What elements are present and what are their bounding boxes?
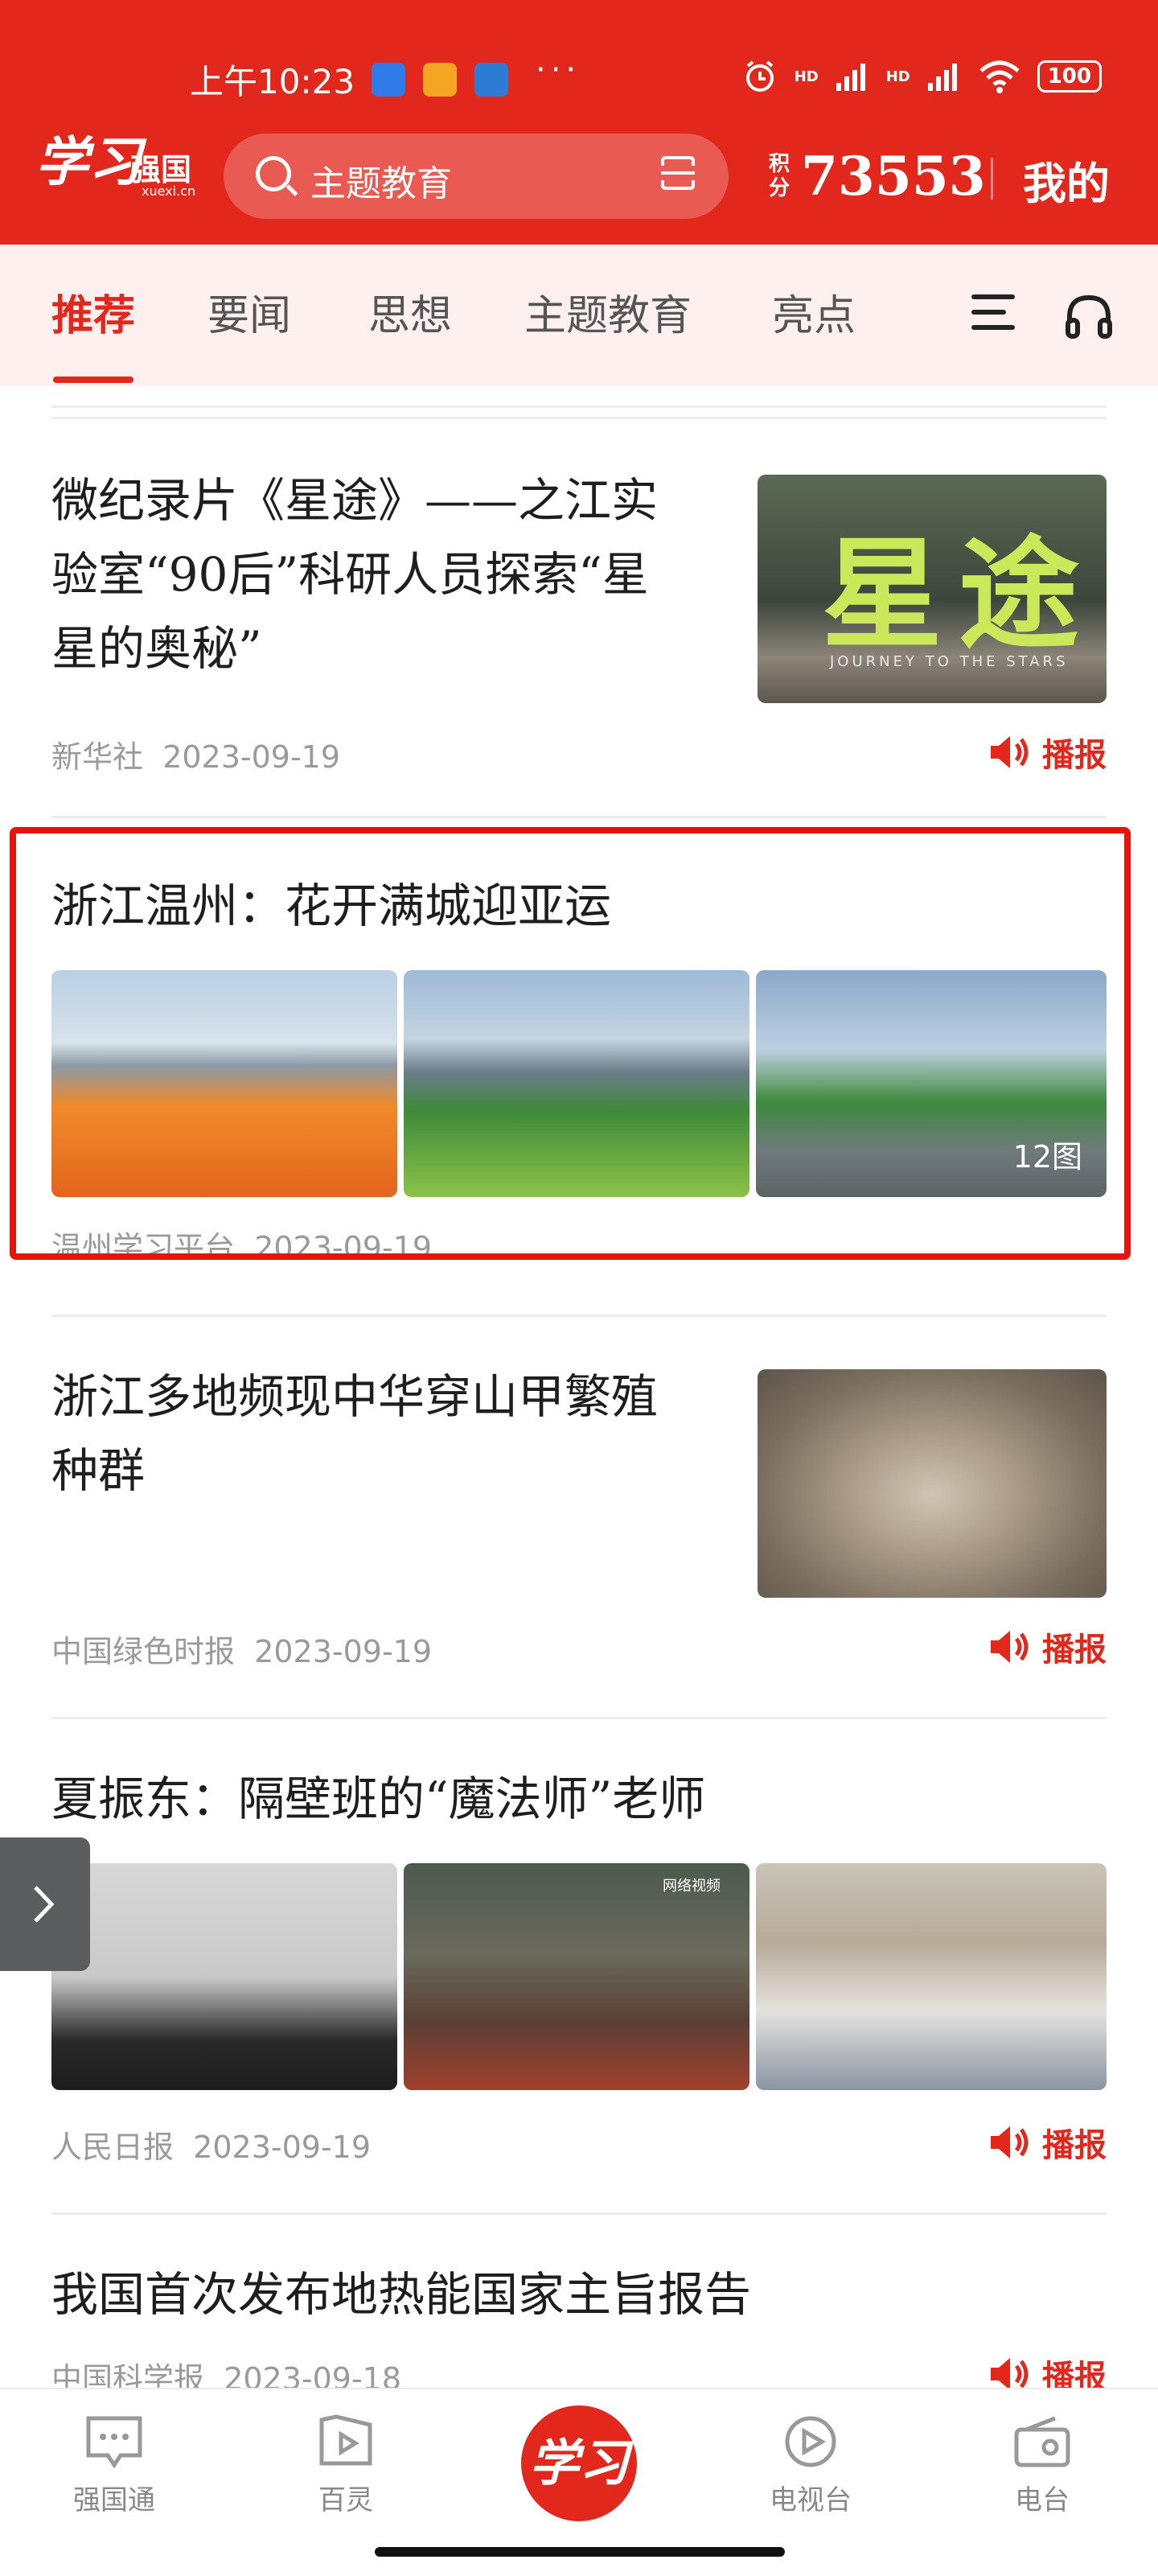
scan-icon[interactable] bbox=[659, 154, 696, 191]
menu-icon[interactable] bbox=[971, 294, 1015, 330]
article-meta: 人民日报 2023-09-19 bbox=[51, 2130, 372, 2165]
divider bbox=[51, 2212, 1107, 2215]
category-tabs: 推荐 要闻 思想 主题教育 亮点 bbox=[0, 245, 1158, 386]
article-meta: 新华社 2023-09-19 bbox=[51, 739, 341, 775]
radio-icon bbox=[1014, 2416, 1070, 2467]
article-thumbnail bbox=[758, 1369, 1107, 1598]
broadcast-button[interactable]: 播报 bbox=[989, 729, 1107, 776]
tv-play-icon bbox=[785, 2416, 836, 2467]
status-right-icons: HD HD 100 bbox=[741, 58, 1102, 95]
expand-side-panel-button[interactable] bbox=[0, 1837, 90, 1971]
nav-bailing[interactable]: 百灵 bbox=[273, 2413, 418, 2517]
app-notification-icon bbox=[423, 63, 457, 97]
chat-icon bbox=[86, 2416, 142, 2469]
home-indicator bbox=[375, 2547, 785, 2557]
signal-icon bbox=[836, 64, 865, 91]
more-notifications-icon: ··· bbox=[536, 51, 581, 88]
battery-indicator: 100 bbox=[1037, 60, 1102, 93]
tab-highlights[interactable]: 亮点 bbox=[772, 282, 856, 342]
speaker-icon bbox=[991, 2358, 1029, 2390]
divider bbox=[991, 158, 993, 200]
signal-icon bbox=[927, 64, 957, 91]
active-tab-indicator bbox=[53, 377, 133, 383]
xuexi-logo[interactable]: 学习 强国 xuexi.cn bbox=[35, 135, 195, 199]
divider bbox=[51, 1717, 1107, 1719]
gallery-image-students bbox=[756, 1863, 1107, 2090]
speaker-icon bbox=[991, 2126, 1029, 2158]
nav-tv[interactable]: 电视台 bbox=[738, 2413, 883, 2517]
app-notification-icon bbox=[372, 63, 405, 97]
search-input[interactable]: 主题教育 bbox=[224, 134, 729, 219]
tab-theme-education[interactable]: 主题教育 bbox=[524, 282, 692, 342]
gallery-image-teacher bbox=[51, 1863, 397, 2090]
my-profile-button[interactable]: 我的 bbox=[1023, 148, 1110, 212]
divider bbox=[51, 1315, 1107, 1317]
wifi-icon bbox=[979, 60, 1020, 93]
broadcast-button[interactable]: 播报 bbox=[989, 2119, 1107, 2166]
speaker-icon bbox=[991, 736, 1029, 768]
divider bbox=[51, 417, 1107, 419]
article-title: 浙江多地频现中华穿山甲繁殖 种群 bbox=[51, 1369, 659, 1498]
tab-news[interactable]: 要闻 bbox=[207, 282, 291, 342]
article-title: 夏振东：隔壁班的“魔法师”老师 bbox=[51, 1772, 706, 1826]
speaker-icon bbox=[991, 1631, 1029, 1663]
alarm-icon bbox=[745, 60, 774, 92]
points-display[interactable]: 积分 73553 bbox=[769, 145, 986, 208]
tab-thought[interactable]: 思想 bbox=[368, 282, 452, 342]
article-title: 我国首次发布地热能国家主旨报告 bbox=[51, 2267, 752, 2322]
broadcast-button[interactable]: 播报 bbox=[989, 1623, 1107, 1670]
divider bbox=[51, 405, 1107, 408]
status-bar: 上午10:23 ··· HD HD 100 bbox=[0, 0, 1158, 121]
headphones-icon[interactable] bbox=[1063, 291, 1115, 343]
notification-icons bbox=[372, 63, 508, 97]
app-header: 上午10:23 ··· HD HD 100 学习 强国 xuexi.cn 主题教… bbox=[0, 0, 1158, 245]
article-meta: 中国绿色时报 2023-09-19 bbox=[51, 1634, 433, 1669]
divider bbox=[51, 816, 1107, 818]
nav-xuexi-home[interactable]: 学习 bbox=[521, 2405, 637, 2521]
chevron-right-icon bbox=[34, 1886, 55, 1923]
article-title: 微纪录片《星途》——之江实 验室“90后”科研人员探索“星 星的奥秘” bbox=[51, 473, 659, 676]
tab-recommend[interactable]: 推荐 bbox=[51, 282, 135, 342]
article-thumbnail: 星途 JOURNEY TO THE STARS bbox=[758, 475, 1107, 703]
status-time: 上午10:23 bbox=[190, 62, 355, 101]
search-icon bbox=[256, 156, 291, 191]
nav-qiangguotong[interactable]: 强国通 bbox=[42, 2413, 187, 2517]
selection-highlight bbox=[10, 827, 1131, 1260]
nav-radio[interactable]: 电台 bbox=[970, 2413, 1115, 2517]
play-tag-icon bbox=[319, 2414, 372, 2466]
gallery-image-classroom: 网络视频 bbox=[404, 1863, 749, 2090]
shield-notification-icon bbox=[474, 63, 508, 97]
